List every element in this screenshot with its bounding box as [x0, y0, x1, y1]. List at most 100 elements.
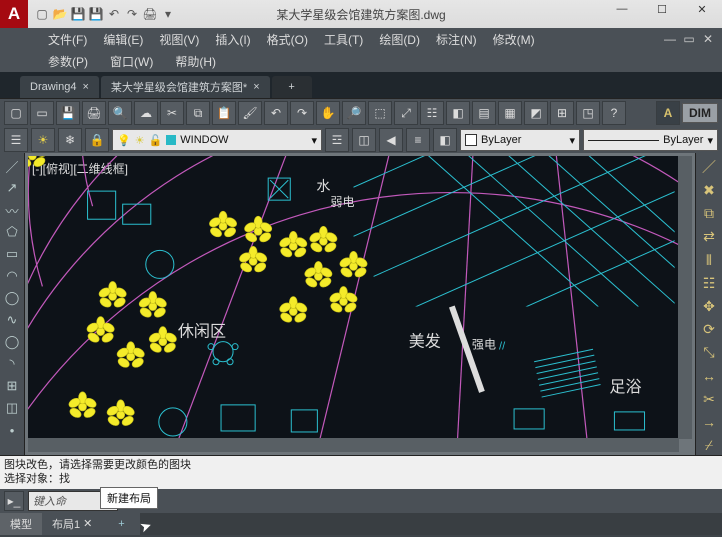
saveas-icon[interactable]: 💾 — [88, 6, 104, 22]
spline-icon[interactable]: ∿ — [3, 311, 21, 329]
copy2-icon[interactable]: ⧉ — [699, 204, 719, 223]
drawing-canvas[interactable]: [-][俯视][二维线框] — [28, 156, 679, 439]
mdi-close-icon[interactable]: ✕ — [700, 31, 716, 47]
cmd-prompt-icon[interactable]: ▸_ — [4, 491, 24, 511]
save-doc-icon[interactable]: 💾 — [56, 101, 80, 125]
break-icon[interactable]: ⌿ — [699, 436, 719, 455]
layer-freeze-icon[interactable]: ❄ — [58, 128, 82, 152]
redo-icon[interactable]: ↷ — [124, 6, 140, 22]
layer-iso-icon[interactable]: ◫ — [352, 128, 376, 152]
sheet-set-icon[interactable]: ▦ — [498, 101, 522, 125]
paste-icon[interactable]: 📋 — [212, 101, 236, 125]
new-icon[interactable]: ▢ — [34, 6, 50, 22]
mirror-icon[interactable]: ⇄ — [699, 227, 719, 246]
preview-icon[interactable]: 🔍 — [108, 101, 132, 125]
polygon-icon[interactable]: ⬠ — [3, 223, 21, 241]
menu-window[interactable]: 窗口(W) — [104, 51, 159, 72]
menu-draw[interactable]: 绘图(D) — [373, 29, 426, 50]
properties-icon[interactable]: ☷ — [420, 101, 444, 125]
pan-icon[interactable]: ✋ — [316, 101, 340, 125]
doc-tab-2[interactable]: 某大学星级会馆建筑方案图* × — [101, 76, 270, 98]
extend-icon[interactable]: → — [699, 413, 719, 432]
copy-icon[interactable]: ⧉ — [186, 101, 210, 125]
redo2-icon[interactable]: ↷ — [290, 101, 314, 125]
layer-props-icon[interactable]: ☰ — [4, 128, 28, 152]
qat-more-icon[interactable]: ▾ — [160, 6, 176, 22]
line-icon[interactable]: ／ — [3, 157, 21, 175]
menu-view[interactable]: 视图(V) — [153, 29, 205, 50]
layer-match-icon[interactable]: ≡ — [406, 128, 430, 152]
offset-icon[interactable]: ⫴ — [699, 251, 719, 270]
design-center-icon[interactable]: ◧ — [446, 101, 470, 125]
layer-prev-icon[interactable]: ◀ — [379, 128, 403, 152]
polyline-icon[interactable]: 〰 — [3, 201, 21, 219]
menu-annotate[interactable]: 标注(N) — [430, 29, 483, 50]
minimize-button[interactable]: — — [602, 0, 642, 18]
menu-modify[interactable]: 修改(M) — [487, 29, 541, 50]
save-icon[interactable]: 💾 — [70, 6, 86, 22]
scale-icon[interactable]: ⤡ — [699, 343, 719, 362]
maximize-button[interactable]: ☐ — [642, 0, 682, 18]
color-combo[interactable]: ByLayer ▾ — [460, 129, 580, 151]
undo-icon[interactable]: ↶ — [106, 6, 122, 22]
ray-icon[interactable]: ↗ — [3, 179, 21, 197]
move-icon[interactable]: ✥ — [699, 297, 719, 316]
doc-tab-1[interactable]: Drawing4 × — [20, 76, 99, 98]
dim-style-label[interactable]: DIM — [682, 103, 718, 123]
menu-tools[interactable]: 工具(T) — [318, 29, 369, 50]
array-icon[interactable]: ☷ — [699, 274, 719, 293]
doc-tab-add[interactable]: + — [272, 76, 312, 98]
clean-icon[interactable]: ◳ — [576, 101, 600, 125]
ellipse-icon[interactable]: ◯ — [3, 333, 21, 351]
mdi-restore-icon[interactable]: ▭ — [681, 31, 697, 47]
match-icon[interactable]: 🖌 — [238, 101, 262, 125]
markup-icon[interactable]: ◩ — [524, 101, 548, 125]
point-icon[interactable]: • — [3, 421, 21, 439]
menu-help[interactable]: 帮助(H) — [169, 51, 222, 72]
ellipse-arc-icon[interactable]: ◝ — [3, 355, 21, 373]
menu-file[interactable]: 文件(F) — [42, 29, 93, 50]
arc-icon[interactable]: ◠ — [3, 267, 21, 285]
zoom-window-icon[interactable]: ⬚ — [368, 101, 392, 125]
linetype-combo[interactable]: ByLayer ▾ — [583, 129, 718, 151]
mdi-minimize-icon[interactable]: — — [662, 31, 678, 47]
trim-icon[interactable]: ✂ — [699, 390, 719, 409]
close-button[interactable]: ✕ — [682, 0, 722, 18]
make-block-icon[interactable]: ◫ — [3, 399, 21, 417]
tool-palette-icon[interactable]: ▤ — [472, 101, 496, 125]
circle-icon[interactable]: ◯ — [3, 289, 21, 307]
app-logo[interactable]: A — [0, 0, 28, 28]
annotate-A-icon[interactable]: A — [656, 101, 680, 125]
close-icon[interactable]: × — [82, 81, 88, 93]
stretch-icon[interactable]: ↔ — [699, 366, 719, 385]
rect-icon[interactable]: ▭ — [3, 245, 21, 263]
color-select-icon[interactable]: ◧ — [433, 128, 457, 152]
zoom-icon[interactable]: 🔎 — [342, 101, 366, 125]
open-icon[interactable]: 📂 — [52, 6, 68, 22]
calc-icon[interactable]: ⊞ — [550, 101, 574, 125]
tab-layout1[interactable]: 布局1 ✕ — [42, 513, 102, 535]
zoom-ext-icon[interactable]: ⤢ — [394, 101, 418, 125]
insert-block-icon[interactable]: ⊞ — [3, 377, 21, 395]
undo2-icon[interactable]: ↶ — [264, 101, 288, 125]
menu-edit[interactable]: 编辑(E) — [97, 29, 149, 50]
tab-model[interactable]: 模型 — [0, 513, 42, 535]
menu-insert[interactable]: 插入(I) — [209, 29, 256, 50]
scrollbar-horizontal[interactable] — [28, 438, 679, 452]
help-icon[interactable]: ? — [602, 101, 626, 125]
new-doc-icon[interactable]: ▢ — [4, 101, 28, 125]
menu-format[interactable]: 格式(O) — [261, 29, 314, 50]
open-doc-icon[interactable]: ▭ — [30, 101, 54, 125]
layer-combo[interactable]: 💡 ☀ 🔓 WINDOW ▾ — [112, 129, 322, 151]
tab-add-layout[interactable]: + — [102, 513, 140, 535]
layer-state-icon[interactable]: ☲ — [325, 128, 349, 152]
layer-lock-icon[interactable]: 🔒 — [85, 128, 109, 152]
layer-sun-icon[interactable]: ☀ — [31, 128, 55, 152]
close-icon[interactable]: × — [253, 81, 259, 93]
modify-line-icon[interactable]: ／ — [699, 157, 719, 177]
erase-icon[interactable]: ✖ — [699, 181, 719, 200]
plot-icon[interactable]: 🖨 — [82, 101, 106, 125]
publish-icon[interactable]: ☁ — [134, 101, 158, 125]
cut-icon[interactable]: ✂ — [160, 101, 184, 125]
scrollbar-vertical[interactable] — [678, 156, 692, 439]
